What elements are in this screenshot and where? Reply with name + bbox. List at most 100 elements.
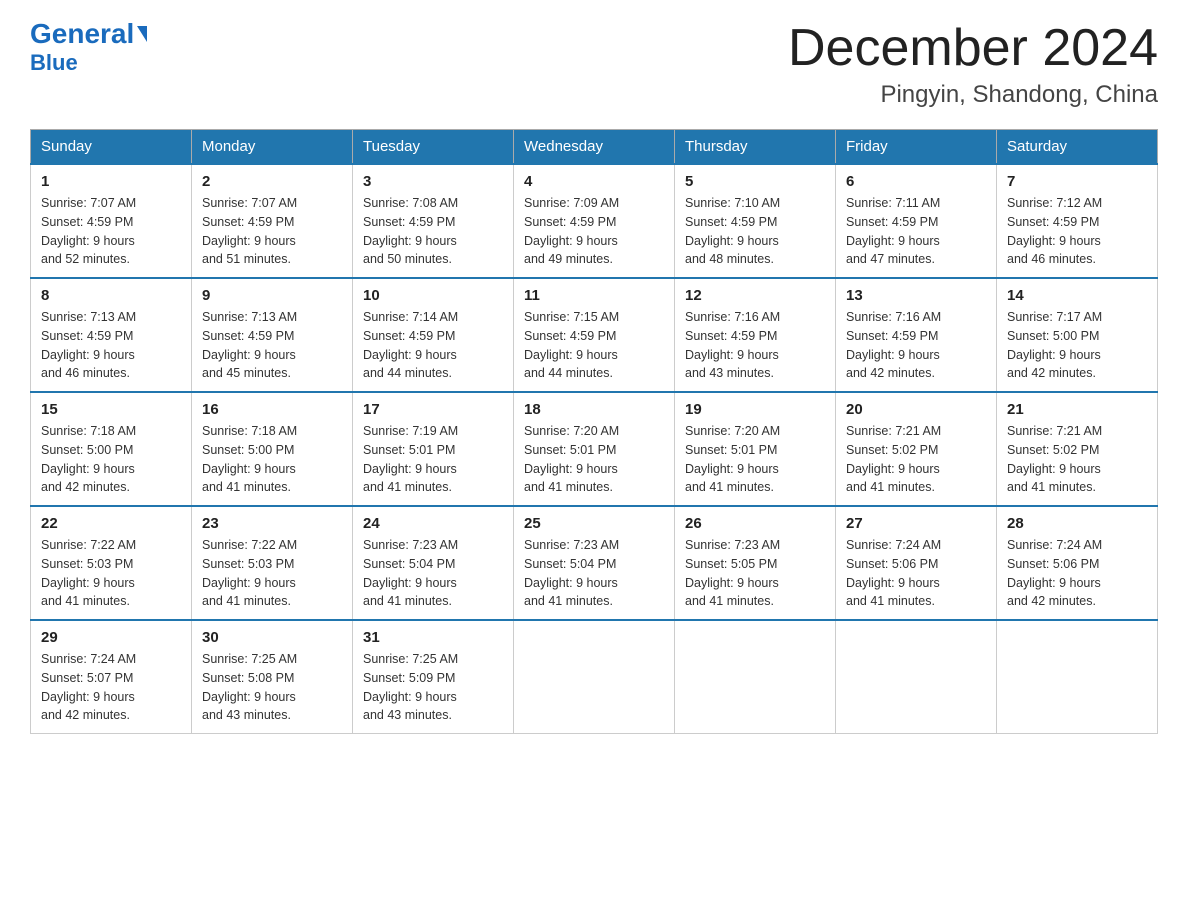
logo-general-black: General: [30, 18, 134, 49]
day-info: Sunrise: 7:09 AM Sunset: 4:59 PM Dayligh…: [524, 194, 664, 269]
col-friday: Friday: [836, 130, 997, 165]
day-info: Sunrise: 7:20 AM Sunset: 5:01 PM Dayligh…: [685, 422, 825, 497]
calendar-day-cell: 16 Sunrise: 7:18 AM Sunset: 5:00 PM Dayl…: [192, 392, 353, 506]
day-number: 21: [1007, 401, 1147, 418]
calendar-day-cell: 30 Sunrise: 7:25 AM Sunset: 5:08 PM Dayl…: [192, 620, 353, 734]
col-thursday: Thursday: [675, 130, 836, 165]
day-number: 13: [846, 287, 986, 304]
day-info: Sunrise: 7:07 AM Sunset: 4:59 PM Dayligh…: [202, 194, 342, 269]
day-number: 18: [524, 401, 664, 418]
day-info: Sunrise: 7:23 AM Sunset: 5:04 PM Dayligh…: [363, 536, 503, 611]
day-info: Sunrise: 7:13 AM Sunset: 4:59 PM Dayligh…: [202, 308, 342, 383]
day-info: Sunrise: 7:11 AM Sunset: 4:59 PM Dayligh…: [846, 194, 986, 269]
day-info: Sunrise: 7:16 AM Sunset: 4:59 PM Dayligh…: [685, 308, 825, 383]
day-number: 28: [1007, 515, 1147, 532]
calendar-week-row: 8 Sunrise: 7:13 AM Sunset: 4:59 PM Dayli…: [31, 278, 1158, 392]
calendar-day-cell: 12 Sunrise: 7:16 AM Sunset: 4:59 PM Dayl…: [675, 278, 836, 392]
day-number: 16: [202, 401, 342, 418]
calendar-table: Sunday Monday Tuesday Wednesday Thursday…: [30, 129, 1158, 734]
col-tuesday: Tuesday: [353, 130, 514, 165]
calendar-week-row: 15 Sunrise: 7:18 AM Sunset: 5:00 PM Dayl…: [31, 392, 1158, 506]
day-number: 29: [41, 629, 181, 646]
day-number: 10: [363, 287, 503, 304]
day-info: Sunrise: 7:22 AM Sunset: 5:03 PM Dayligh…: [202, 536, 342, 611]
calendar-day-cell: [997, 620, 1158, 734]
day-info: Sunrise: 7:22 AM Sunset: 5:03 PM Dayligh…: [41, 536, 181, 611]
day-info: Sunrise: 7:10 AM Sunset: 4:59 PM Dayligh…: [685, 194, 825, 269]
day-info: Sunrise: 7:08 AM Sunset: 4:59 PM Dayligh…: [363, 194, 503, 269]
day-info: Sunrise: 7:16 AM Sunset: 4:59 PM Dayligh…: [846, 308, 986, 383]
calendar-day-cell: 7 Sunrise: 7:12 AM Sunset: 4:59 PM Dayli…: [997, 164, 1158, 278]
day-number: 25: [524, 515, 664, 532]
calendar-day-cell: [675, 620, 836, 734]
calendar-day-cell: 3 Sunrise: 7:08 AM Sunset: 4:59 PM Dayli…: [353, 164, 514, 278]
day-info: Sunrise: 7:13 AM Sunset: 4:59 PM Dayligh…: [41, 308, 181, 383]
day-info: Sunrise: 7:19 AM Sunset: 5:01 PM Dayligh…: [363, 422, 503, 497]
day-number: 1: [41, 173, 181, 190]
calendar-day-cell: 5 Sunrise: 7:10 AM Sunset: 4:59 PM Dayli…: [675, 164, 836, 278]
col-monday: Monday: [192, 130, 353, 165]
calendar-day-cell: 24 Sunrise: 7:23 AM Sunset: 5:04 PM Dayl…: [353, 506, 514, 620]
day-info: Sunrise: 7:07 AM Sunset: 4:59 PM Dayligh…: [41, 194, 181, 269]
calendar-day-cell: 27 Sunrise: 7:24 AM Sunset: 5:06 PM Dayl…: [836, 506, 997, 620]
day-number: 11: [524, 287, 664, 304]
col-wednesday: Wednesday: [514, 130, 675, 165]
day-number: 9: [202, 287, 342, 304]
day-number: 7: [1007, 173, 1147, 190]
calendar-day-cell: [514, 620, 675, 734]
page-header: General Blue December 2024 Pingyin, Shan…: [30, 20, 1158, 109]
day-info: Sunrise: 7:24 AM Sunset: 5:07 PM Dayligh…: [41, 650, 181, 725]
calendar-day-cell: 9 Sunrise: 7:13 AM Sunset: 4:59 PM Dayli…: [192, 278, 353, 392]
logo-general-text: General: [30, 20, 147, 48]
day-info: Sunrise: 7:18 AM Sunset: 5:00 PM Dayligh…: [41, 422, 181, 497]
day-number: 24: [363, 515, 503, 532]
day-info: Sunrise: 7:25 AM Sunset: 5:08 PM Dayligh…: [202, 650, 342, 725]
calendar-day-cell: 20 Sunrise: 7:21 AM Sunset: 5:02 PM Dayl…: [836, 392, 997, 506]
day-info: Sunrise: 7:25 AM Sunset: 5:09 PM Dayligh…: [363, 650, 503, 725]
calendar-day-cell: 15 Sunrise: 7:18 AM Sunset: 5:00 PM Dayl…: [31, 392, 192, 506]
logo: General Blue: [30, 20, 147, 76]
calendar-day-cell: 28 Sunrise: 7:24 AM Sunset: 5:06 PM Dayl…: [997, 506, 1158, 620]
calendar-week-row: 22 Sunrise: 7:22 AM Sunset: 5:03 PM Dayl…: [31, 506, 1158, 620]
day-info: Sunrise: 7:23 AM Sunset: 5:05 PM Dayligh…: [685, 536, 825, 611]
day-number: 23: [202, 515, 342, 532]
logo-blue-text: Blue: [30, 50, 78, 76]
calendar-week-row: 1 Sunrise: 7:07 AM Sunset: 4:59 PM Dayli…: [31, 164, 1158, 278]
calendar-day-cell: 31 Sunrise: 7:25 AM Sunset: 5:09 PM Dayl…: [353, 620, 514, 734]
title-block: December 2024 Pingyin, Shandong, China: [788, 20, 1158, 109]
day-info: Sunrise: 7:23 AM Sunset: 5:04 PM Dayligh…: [524, 536, 664, 611]
calendar-day-cell: 22 Sunrise: 7:22 AM Sunset: 5:03 PM Dayl…: [31, 506, 192, 620]
logo-triangle-icon: [137, 26, 147, 42]
calendar-day-cell: 26 Sunrise: 7:23 AM Sunset: 5:05 PM Dayl…: [675, 506, 836, 620]
calendar-day-cell: 18 Sunrise: 7:20 AM Sunset: 5:01 PM Dayl…: [514, 392, 675, 506]
day-number: 12: [685, 287, 825, 304]
calendar-day-cell: 10 Sunrise: 7:14 AM Sunset: 4:59 PM Dayl…: [353, 278, 514, 392]
col-saturday: Saturday: [997, 130, 1158, 165]
calendar-day-cell: 4 Sunrise: 7:09 AM Sunset: 4:59 PM Dayli…: [514, 164, 675, 278]
calendar-day-cell: 21 Sunrise: 7:21 AM Sunset: 5:02 PM Dayl…: [997, 392, 1158, 506]
month-title: December 2024: [788, 20, 1158, 77]
location-title: Pingyin, Shandong, China: [788, 81, 1158, 109]
day-info: Sunrise: 7:12 AM Sunset: 4:59 PM Dayligh…: [1007, 194, 1147, 269]
calendar-day-cell: 19 Sunrise: 7:20 AM Sunset: 5:01 PM Dayl…: [675, 392, 836, 506]
calendar-week-row: 29 Sunrise: 7:24 AM Sunset: 5:07 PM Dayl…: [31, 620, 1158, 734]
day-number: 4: [524, 173, 664, 190]
day-info: Sunrise: 7:17 AM Sunset: 5:00 PM Dayligh…: [1007, 308, 1147, 383]
calendar-day-cell: 2 Sunrise: 7:07 AM Sunset: 4:59 PM Dayli…: [192, 164, 353, 278]
day-number: 31: [363, 629, 503, 646]
col-sunday: Sunday: [31, 130, 192, 165]
day-number: 15: [41, 401, 181, 418]
calendar-day-cell: 25 Sunrise: 7:23 AM Sunset: 5:04 PM Dayl…: [514, 506, 675, 620]
calendar-day-cell: 8 Sunrise: 7:13 AM Sunset: 4:59 PM Dayli…: [31, 278, 192, 392]
day-number: 14: [1007, 287, 1147, 304]
calendar-day-cell: 17 Sunrise: 7:19 AM Sunset: 5:01 PM Dayl…: [353, 392, 514, 506]
day-number: 3: [363, 173, 503, 190]
day-info: Sunrise: 7:18 AM Sunset: 5:00 PM Dayligh…: [202, 422, 342, 497]
calendar-day-cell: 6 Sunrise: 7:11 AM Sunset: 4:59 PM Dayli…: [836, 164, 997, 278]
calendar-day-cell: 13 Sunrise: 7:16 AM Sunset: 4:59 PM Dayl…: [836, 278, 997, 392]
day-info: Sunrise: 7:21 AM Sunset: 5:02 PM Dayligh…: [846, 422, 986, 497]
calendar-day-cell: 14 Sunrise: 7:17 AM Sunset: 5:00 PM Dayl…: [997, 278, 1158, 392]
calendar-day-cell: 29 Sunrise: 7:24 AM Sunset: 5:07 PM Dayl…: [31, 620, 192, 734]
day-number: 2: [202, 173, 342, 190]
day-info: Sunrise: 7:14 AM Sunset: 4:59 PM Dayligh…: [363, 308, 503, 383]
